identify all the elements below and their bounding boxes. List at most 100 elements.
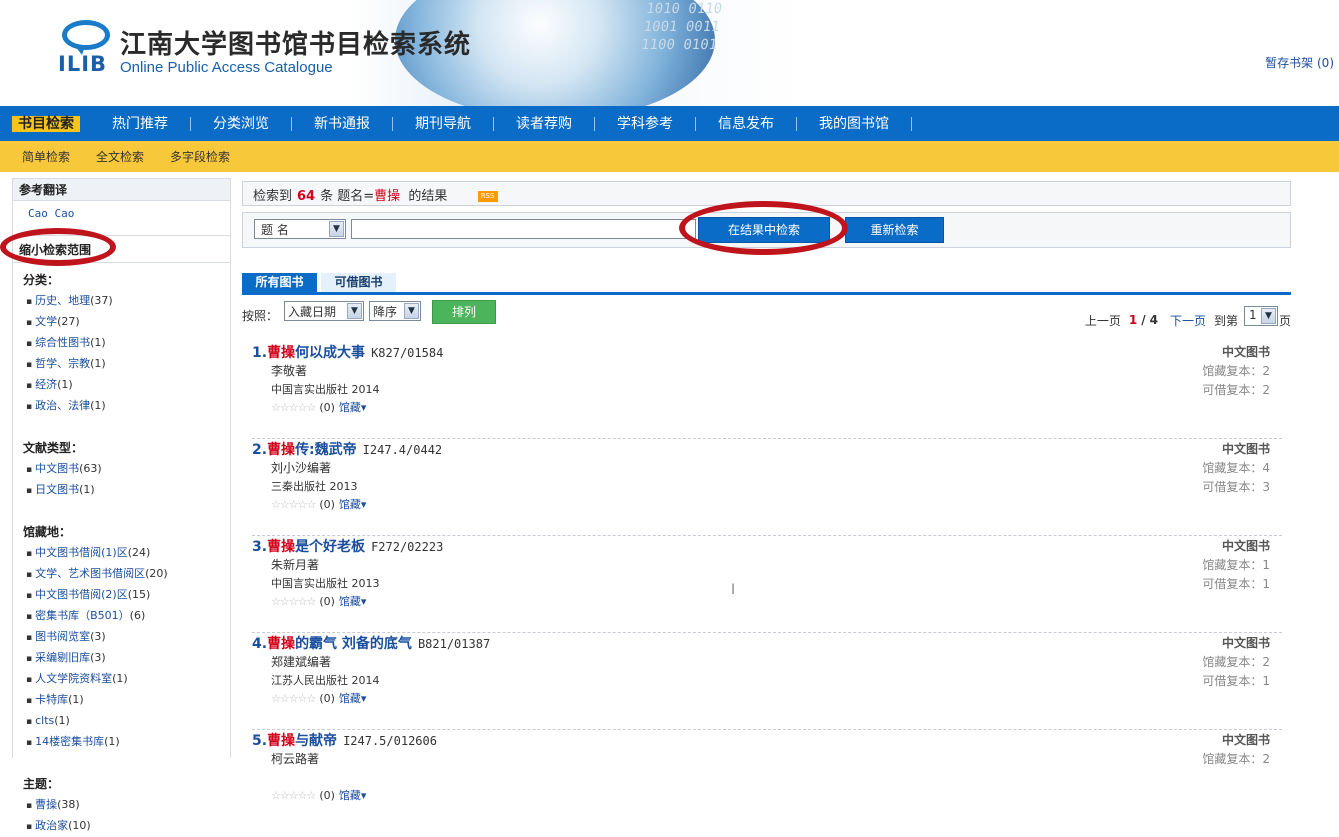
field-select[interactable]: 题 名 ▼ xyxy=(254,219,346,239)
facet-item-count: (1) xyxy=(57,378,73,391)
facet-list: 分类：历史、地理(37)文学(27)综合性图书(1)哲学、宗教(1)经济(1)政… xyxy=(13,271,230,837)
sidebar: 参考翻译 Cao Cao 缩小检索范围 分类：历史、地理(37)文学(27)综合… xyxy=(12,178,231,832)
nav-item-subject-ref[interactable]: 学科参考 xyxy=(595,116,696,131)
refine-search-bar: 题 名 ▼ 在结果中检索 重新检索 xyxy=(242,212,1291,248)
facet-gap xyxy=(13,501,230,515)
facet-item-count: (1) xyxy=(68,693,84,706)
rss-icon[interactable]: RSS xyxy=(477,191,498,202)
field-select-value: 题 名 xyxy=(261,223,289,237)
record-available: 可借复本：1 xyxy=(1202,577,1270,591)
chevron-down-icon: ▼ xyxy=(1260,308,1276,324)
facet-item-link[interactable]: clts xyxy=(35,714,54,727)
facet-item-link[interactable]: 中文图书借阅(1)区 xyxy=(35,546,128,559)
holdings-toggle[interactable]: 馆藏▾ xyxy=(339,498,367,511)
translate-value-link[interactable]: Cao Cao xyxy=(13,201,230,235)
nav-item-classification[interactable]: 分类浏览 xyxy=(191,116,292,131)
facet-group: 文献类型：中文图书(63)日文图书(1) xyxy=(13,439,230,501)
summary-suffix: 的结果 xyxy=(408,189,448,204)
nav-item-my-library[interactable]: 我的图书馆 xyxy=(797,116,912,131)
search-within-results-button[interactable]: 在结果中检索 xyxy=(698,217,830,243)
record-title-link[interactable]: 5.曹操与献帝 I247.5/012606 xyxy=(252,730,437,750)
record-title-link[interactable]: 2.曹操传:魏武帝 I247.4/0442 xyxy=(252,439,442,459)
record-number: 5. xyxy=(252,733,268,749)
facet-item-link[interactable]: 曹操 xyxy=(35,798,57,811)
tab-available-books[interactable]: 可借图书 xyxy=(321,273,396,292)
rating-count: (0) xyxy=(319,595,335,608)
facet-item-link[interactable]: 中文图书 xyxy=(35,462,79,475)
record-publisher: 中国言实出版社 2013 xyxy=(271,577,380,590)
facet-item: 曹操(38) xyxy=(23,795,230,816)
facet-item-count: (1) xyxy=(54,714,70,727)
facet-item-link[interactable]: 历史、地理 xyxy=(35,294,90,307)
star-rating-icon[interactable]: ☆☆☆☆☆ xyxy=(271,498,316,511)
record-call-number: I247.4/0442 xyxy=(362,443,443,457)
facet-gap xyxy=(13,753,230,767)
record-call-number: I247.5/012606 xyxy=(343,734,437,748)
facet-item-link[interactable]: 图书阅览室 xyxy=(35,630,90,643)
facet-item-count: (1) xyxy=(79,483,95,496)
star-rating-icon[interactable]: ☆☆☆☆☆ xyxy=(271,789,316,802)
translate-heading: 参考翻译 xyxy=(13,179,230,201)
star-rating-icon[interactable]: ☆☆☆☆☆ xyxy=(271,595,316,608)
cart-link[interactable]: 暂存书架 (0) xyxy=(1265,54,1334,71)
record-rating: ☆☆☆☆☆ (0) 馆藏▾ xyxy=(271,593,366,609)
new-search-button[interactable]: 重新检索 xyxy=(845,217,944,243)
nav-item-new-books[interactable]: 新书通报 xyxy=(292,116,393,131)
facet-item-link[interactable]: 哲学、宗教 xyxy=(35,357,90,370)
record-title-highlight: 曹操 xyxy=(267,733,296,749)
record-doc-type: 中文图书 xyxy=(1221,733,1270,747)
record-title-link[interactable]: 1.曹操何以成大事 K827/01584 xyxy=(252,342,443,362)
tab-all-books[interactable]: 所有图书 xyxy=(242,273,317,292)
star-rating-icon[interactable]: ☆☆☆☆☆ xyxy=(271,692,316,705)
facet-item-link[interactable]: 中文图书借阅(2)区 xyxy=(35,588,128,601)
facet-item-link[interactable]: 经济 xyxy=(35,378,57,391)
holdings-toggle[interactable]: 馆藏▾ xyxy=(339,692,367,705)
facet-item-link[interactable]: 文学 xyxy=(35,315,57,328)
nav-item-journals[interactable]: 期刊导航 xyxy=(393,116,494,131)
nav-item-recommend[interactable]: 读者荐购 xyxy=(494,116,595,131)
facet-item-link[interactable]: 卡特库 xyxy=(35,693,68,706)
record-rating: ☆☆☆☆☆ (0) 馆藏▾ xyxy=(271,399,366,415)
rating-count: (0) xyxy=(319,498,335,511)
facet-item-link[interactable]: 政治、法律 xyxy=(35,399,90,412)
nav-item-catalog-search[interactable]: 书目检索 xyxy=(12,115,80,132)
summary-prefix: 检索到 xyxy=(253,189,293,204)
facet-item-link[interactable]: 人文学院资料室 xyxy=(35,672,112,685)
sort-order-select[interactable]: 降序 ▼ xyxy=(369,301,421,321)
star-rating-icon[interactable]: ☆☆☆☆☆ xyxy=(271,401,316,414)
facet-item-link[interactable]: 政治家 xyxy=(35,819,68,832)
facet-item-link[interactable]: 文学、艺术图书借阅区 xyxy=(35,567,145,580)
sort-button[interactable]: 排列 xyxy=(432,300,496,324)
sub-nav-fulltext-search[interactable]: 全文检索 xyxy=(96,148,144,165)
sub-nav-multi-field-search[interactable]: 多字段检索 xyxy=(170,148,230,165)
holdings-toggle[interactable]: 馆藏▾ xyxy=(339,789,367,802)
record-title-rest: 何以成大事 xyxy=(295,345,366,361)
holdings-toggle[interactable]: 馆藏▾ xyxy=(339,401,367,414)
record-title-link[interactable]: 3.曹操是个好老板 F272/02223 xyxy=(252,536,443,556)
facet-item: 历史、地理(37) xyxy=(23,291,230,312)
prev-page-link[interactable]: 上一页 xyxy=(1085,312,1121,329)
next-page-link[interactable]: 下一页 xyxy=(1170,312,1206,329)
sort-field-select[interactable]: 入藏日期 ▼ xyxy=(284,301,364,321)
facet-group: 馆藏地：中文图书借阅(1)区(24)文学、艺术图书借阅区(20)中文图书借阅(2… xyxy=(13,523,230,753)
nav-item-popular[interactable]: 热门推荐 xyxy=(90,116,191,131)
record-author: 郑建斌编著 xyxy=(271,655,332,669)
record-rating: ☆☆☆☆☆ (0) 馆藏▾ xyxy=(271,787,366,803)
record-author: 柯云路著 xyxy=(271,752,320,766)
facet-item-link[interactable]: 综合性图书 xyxy=(35,336,90,349)
facet-item-count: (37) xyxy=(90,294,113,307)
record-doc-type: 中文图书 xyxy=(1221,442,1270,456)
facet-item-link[interactable]: 采编剔旧库 xyxy=(35,651,90,664)
result-record: 5.曹操与献帝 I247.5/012606 柯云路著 ☆☆☆☆☆ (0) 馆藏▾ 中文… xyxy=(252,730,1282,827)
goto-page-select[interactable]: 1 ▼ xyxy=(1243,306,1278,326)
nav-item-info[interactable]: 信息发布 xyxy=(696,116,797,131)
search-input[interactable] xyxy=(351,219,696,239)
record-title-link[interactable]: 4.曹操的霸气 刘备的底气 B821/01387 xyxy=(252,633,490,653)
facet-item-link[interactable]: 密集书库（B501） xyxy=(35,609,130,622)
facet-item-link[interactable]: 日文图书 xyxy=(35,483,79,496)
holdings-toggle[interactable]: 馆藏▾ xyxy=(339,595,367,608)
sub-nav-simple-search[interactable]: 简单检索 xyxy=(22,148,70,165)
rating-count: (0) xyxy=(319,692,335,705)
record-title-highlight: 曹操 xyxy=(267,636,296,652)
facet-item-link[interactable]: 14楼密集书库 xyxy=(35,735,104,748)
